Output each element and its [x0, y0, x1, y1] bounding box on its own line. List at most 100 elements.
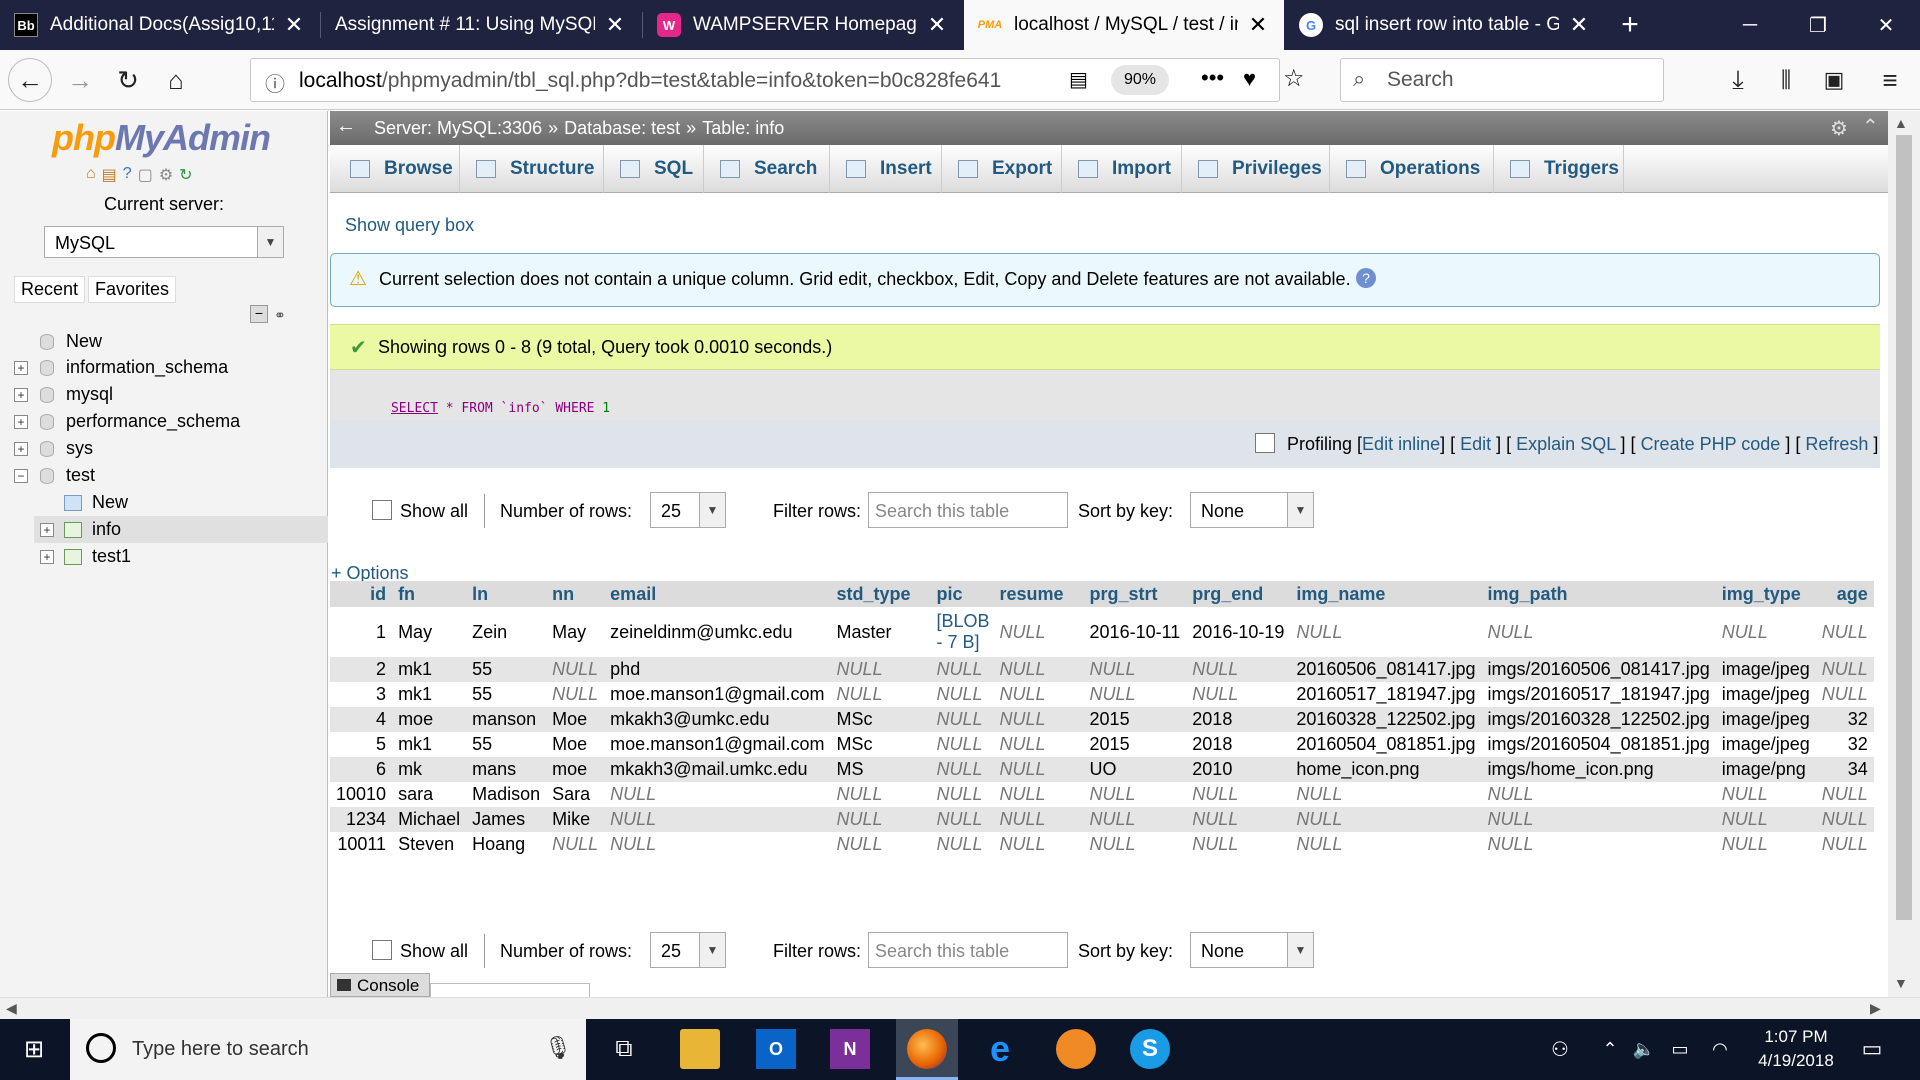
scroll-thumb[interactable]: [1896, 135, 1912, 920]
column-header[interactable]: resume: [993, 581, 1084, 607]
outlook-icon[interactable]: O: [756, 1029, 796, 1069]
tab-privileges[interactable]: Privileges: [1182, 145, 1330, 193]
tree-item-test[interactable]: − test: [0, 462, 328, 489]
more-actions-icon[interactable]: •••: [1201, 65, 1224, 91]
favorites-tab[interactable]: Favorites: [88, 276, 177, 303]
reload-nav-icon[interactable]: ↻: [179, 165, 192, 185]
column-header[interactable]: ln: [466, 581, 547, 607]
browser-tab-1[interactable]: Assignment # 11: Using MySQL a ✕: [321, 0, 641, 50]
column-header[interactable]: pic: [930, 581, 994, 607]
tree-item-label[interactable]: test1: [92, 546, 131, 567]
create-php-code-link[interactable]: Create PHP code: [1641, 434, 1781, 454]
column-header[interactable]: prg_end: [1186, 581, 1291, 607]
expand-icon[interactable]: +: [40, 549, 54, 564]
clock[interactable]: 1:07 PM 4/19/2018: [1746, 1027, 1846, 1071]
tree-item-label[interactable]: test: [66, 465, 95, 486]
new-tab-button[interactable]: +: [1606, 0, 1654, 50]
column-header[interactable]: age: [1815, 581, 1874, 607]
browser-tab-2[interactable]: W WAMPSERVER Homepage ✕: [643, 0, 963, 50]
column-header[interactable]: email: [604, 581, 831, 607]
filter-rows-input[interactable]: Search this table: [868, 492, 1068, 528]
expand-icon[interactable]: +: [14, 441, 28, 456]
close-icon[interactable]: ✕: [925, 12, 949, 38]
collapse-nav-icon[interactable]: ←: [336, 115, 356, 138]
wifi-icon[interactable]: ◠: [1700, 1029, 1740, 1069]
docs-icon[interactable]: ▢: [138, 165, 153, 185]
column-header[interactable]: std_type: [830, 581, 931, 607]
explain-sql-link[interactable]: Explain SQL: [1516, 434, 1615, 454]
tab-operations[interactable]: Operations: [1330, 145, 1494, 193]
console-toggle[interactable]: Console: [330, 973, 430, 997]
tree-item-label[interactable]: performance_schema: [66, 411, 240, 432]
expand-icon[interactable]: +: [14, 414, 28, 429]
home-icon[interactable]: ⌂: [154, 58, 198, 102]
people-icon[interactable]: ⚇: [1540, 1029, 1580, 1069]
help-icon[interactable]: ?: [123, 165, 132, 185]
browser-tab-4[interactable]: G sql insert row into table - Goo ✕: [1285, 0, 1605, 50]
file-explorer-icon[interactable]: [680, 1029, 720, 1069]
filter-rows-input[interactable]: Search this table: [868, 932, 1068, 968]
browser-tab-3[interactable]: PMA localhost / MySQL / test / info ✕: [964, 0, 1284, 50]
close-icon[interactable]: ✕: [1246, 12, 1270, 38]
collapse-all-icon[interactable]: −: [250, 305, 268, 323]
show-query-box-link[interactable]: Show query box: [345, 215, 474, 236]
task-view-icon[interactable]: ⧉: [604, 1029, 644, 1069]
close-icon[interactable]: ✕: [1567, 12, 1591, 38]
profiling-checkbox[interactable]: [1255, 433, 1275, 453]
reader-view-icon[interactable]: ▤: [1069, 67, 1088, 92]
pocket-icon[interactable]: ♥: [1243, 66, 1256, 92]
reload-icon[interactable]: ↻: [106, 58, 150, 102]
column-header[interactable]: img_type: [1715, 581, 1816, 607]
expand-icon[interactable]: +: [40, 522, 54, 537]
info-icon[interactable]: ⓘ: [265, 68, 285, 97]
column-header[interactable]: img_path: [1481, 581, 1716, 607]
column-header[interactable]: id: [330, 581, 393, 607]
tree-item-new-db[interactable]: New: [0, 328, 328, 355]
expand-icon[interactable]: +: [14, 387, 28, 402]
show-all-checkbox[interactable]: [372, 500, 392, 520]
server-crumb[interactable]: Server: MySQL:3306: [374, 118, 542, 139]
tree-item-information-schema[interactable]: + information_schema: [0, 354, 328, 381]
tree-item-new-table[interactable]: New: [0, 489, 328, 516]
column-header[interactable]: nn: [546, 581, 605, 607]
collapse-top-icon[interactable]: ⌃: [1862, 114, 1879, 139]
table-crumb[interactable]: Table: info: [702, 118, 784, 139]
settings-icon[interactable]: ⚙: [159, 165, 173, 185]
minimize-icon[interactable]: ─: [1716, 0, 1784, 50]
edge-icon[interactable]: e: [980, 1028, 1020, 1069]
phpmyadmin-logo[interactable]: phpMyAdmin: [52, 117, 271, 159]
tab-insert[interactable]: Insert: [830, 145, 942, 193]
exit-icon[interactable]: ▤: [102, 165, 117, 185]
tab-search[interactable]: Search: [704, 145, 830, 193]
tree-item-label[interactable]: New: [92, 492, 128, 513]
show-all-checkbox[interactable]: [372, 940, 392, 960]
downloads-icon[interactable]: ⤓: [1716, 58, 1760, 102]
scroll-left-icon[interactable]: ◀: [6, 1000, 17, 1017]
skype-icon[interactable]: S: [1130, 1029, 1170, 1069]
settings-icon[interactable]: ⚙: [1830, 116, 1848, 141]
zoom-level[interactable]: 90%: [1111, 65, 1169, 95]
link-with-main-icon[interactable]: ⚭: [274, 307, 286, 324]
tree-item-label[interactable]: mysql: [66, 384, 113, 405]
bookmark-star-icon[interactable]: ☆: [1283, 64, 1305, 93]
sort-by-key-select[interactable]: None ▼: [1190, 932, 1314, 968]
tree-item-performance-schema[interactable]: + performance_schema: [0, 408, 328, 435]
taskbar-search-box[interactable]: Type here to search 🎙: [70, 1019, 586, 1080]
horizontal-scrollbar[interactable]: ◀ ▶: [0, 997, 1920, 1019]
tree-item-sys[interactable]: + sys: [0, 435, 328, 462]
windows-start-icon[interactable]: ⊞: [14, 1029, 54, 1069]
collapse-icon[interactable]: −: [14, 468, 28, 483]
number-of-rows-select[interactable]: 25 ▼: [650, 492, 726, 528]
firefox-taskbar-button[interactable]: [896, 1019, 958, 1080]
url-text[interactable]: localhost/phpmyadmin/tbl_sql.php?db=test…: [299, 69, 1019, 93]
app-icon[interactable]: [1056, 1029, 1096, 1069]
scroll-up-icon[interactable]: ▲: [1894, 115, 1908, 131]
tree-item-info[interactable]: + info: [34, 516, 328, 543]
restore-icon[interactable]: ❐: [1784, 0, 1852, 50]
tree-item-test1[interactable]: + test1: [0, 543, 328, 570]
hamburger-menu-icon[interactable]: ≡: [1868, 58, 1912, 102]
refresh-link[interactable]: Refresh: [1805, 434, 1868, 454]
close-window-icon[interactable]: ✕: [1852, 0, 1920, 50]
column-header[interactable]: fn: [392, 581, 467, 607]
home-icon[interactable]: ⌂: [86, 165, 96, 185]
